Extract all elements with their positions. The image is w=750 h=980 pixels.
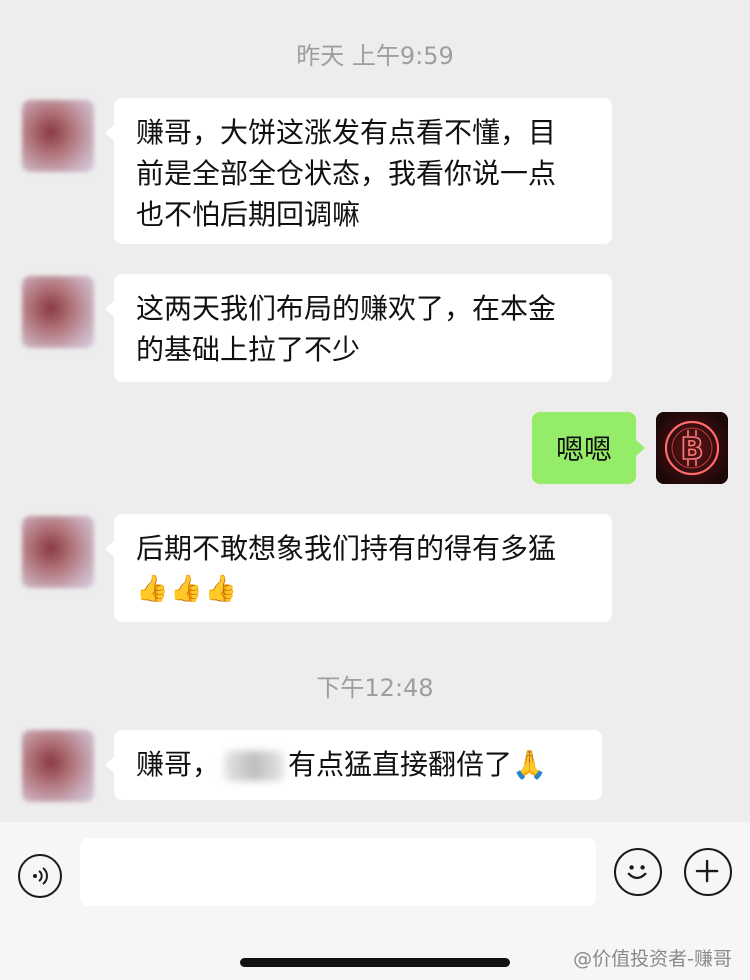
- svg-text:B: B: [681, 432, 704, 467]
- message-bubble[interactable]: 后期不敢想象我们持有的得有多猛 👍👍👍: [105, 514, 612, 622]
- emoji-face-icon[interactable]: [614, 848, 662, 896]
- bitcoin-logo-icon: B: [656, 412, 728, 484]
- contact-avatar[interactable]: [22, 730, 94, 802]
- message-text-suffix: 有点猛直接翻倍了: [288, 748, 513, 781]
- watermark: @价值投资者-赚哥: [573, 948, 732, 970]
- message-bubble[interactable]: 这两天我们布局的赚欢了，在本金 的基础上拉了不少: [105, 274, 612, 382]
- message-line: 的基础上拉了不少: [136, 333, 361, 366]
- message-bubble[interactable]: 赚哥，大饼这涨发有点看不懂，目 前是全部全仓状态，我看你说一点 也不怕后期回调嘛: [105, 98, 612, 244]
- message-line: 这两天我们布局的赚欢了，在本金: [136, 292, 557, 325]
- contact-avatar[interactable]: [22, 516, 94, 588]
- voice-icon[interactable]: [18, 854, 62, 898]
- plus-icon[interactable]: [684, 848, 732, 896]
- contact-avatar[interactable]: [22, 100, 94, 172]
- message-text: 嗯嗯: [555, 433, 612, 466]
- message-line: 后期不敢想象我们持有的得有多猛: [136, 532, 557, 565]
- timestamp: 昨天 上午9:59: [296, 42, 454, 70]
- voice-wave-icon: [33, 867, 48, 885]
- redacted-text: [224, 751, 285, 781]
- pray-emoji: 🙏: [512, 748, 547, 781]
- message-line: 也不怕后期回调嘛: [136, 198, 361, 231]
- message-text-prefix: 赚哥，: [136, 748, 221, 781]
- home-indicator[interactable]: [240, 958, 510, 967]
- smiley-icon: [627, 865, 647, 880]
- self-avatar[interactable]: B: [656, 412, 728, 484]
- plus-sign-icon: [695, 859, 719, 883]
- self-message-bubble[interactable]: 嗯嗯: [532, 412, 645, 484]
- contact-avatar[interactable]: [22, 276, 94, 348]
- message-line: 赚哥，大饼这涨发有点看不懂，目: [136, 116, 557, 149]
- thumbs-up-emoji: 👍👍👍: [136, 574, 240, 604]
- message-bubble[interactable]: 赚哥， 有点猛直接翻倍了🙏: [105, 730, 602, 800]
- message-line: 前是全部全仓状态，我看你说一点: [136, 157, 557, 190]
- timestamp: 下午12:48: [316, 674, 434, 702]
- message-input[interactable]: [80, 838, 596, 906]
